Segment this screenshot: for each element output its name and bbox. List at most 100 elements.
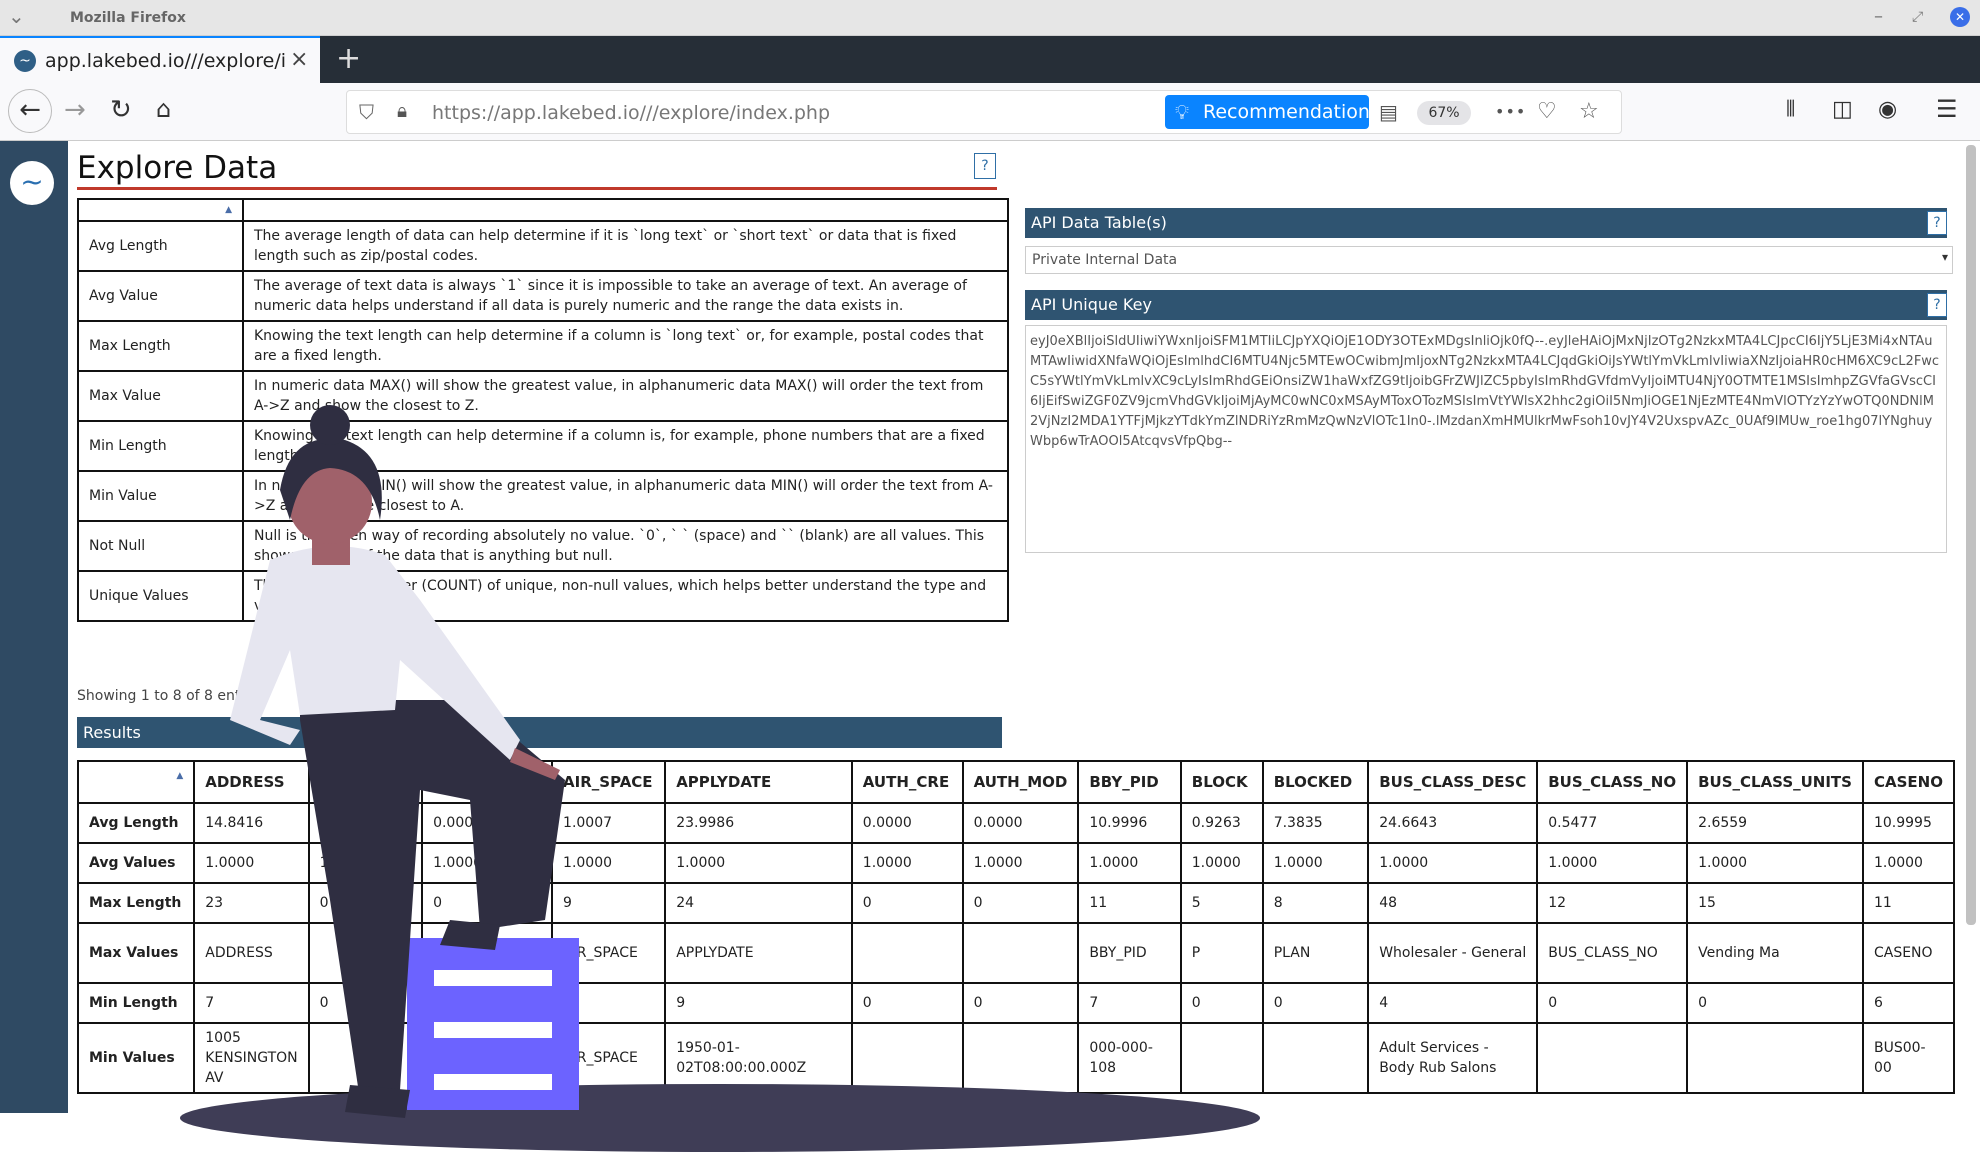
page-actions-icon[interactable]: ••• [1495, 102, 1526, 121]
table-cell: 8 [1261, 882, 1370, 924]
metric-description: Knowing the text length can help determi… [242, 320, 1009, 372]
window-menu-chevron-icon[interactable]: ⌄ [8, 4, 25, 28]
restore-icon[interactable]: ⤢ [1912, 9, 1923, 25]
table-cell: 2.6559 [1686, 802, 1864, 844]
table-cell: 10.9995 [1861, 802, 1955, 844]
api-tables-value: Private Internal Data [1032, 252, 1178, 268]
table-cell: Adult Services - Body Rub Salons [1367, 1022, 1539, 1094]
metric-name: Min Length [77, 420, 244, 472]
results-header-row: ▲ ADDRESS ADDRDATE ADDR_INDEX AIR_SPACE APPLY… [77, 760, 1955, 804]
metric-name: Avg Value [77, 270, 244, 322]
recommendation-button[interactable]: 💡︎ Recommendation [1165, 95, 1370, 129]
table-cell [850, 922, 964, 984]
bulb-icon: 💡︎ [1175, 100, 1189, 124]
api-key-textarea[interactable]: eyJ0eXBlIjoiSldUIiwiYWxnIjoiSFM1MTIiLCJp… [1025, 325, 1947, 553]
home-icon[interactable]: ⌂ [156, 95, 171, 123]
close-tab-icon[interactable]: × [290, 47, 308, 72]
column-header[interactable]: BLOCK [1179, 760, 1264, 804]
row-label: Min Length [77, 982, 196, 1024]
reload-icon[interactable]: ↻ [110, 95, 132, 125]
table-row: Avg Values 1.0000 1.0000 1.0000 1.0000 1.0000… [77, 842, 1955, 884]
description-row: Min Length Knowing the text length can he… [77, 420, 1009, 472]
tab-explore[interactable]: ~ app.lakebed.io///explore/index.php × [0, 36, 320, 83]
back-icon[interactable]: ← [8, 89, 52, 133]
table-cell: 0 [1686, 982, 1864, 1024]
minimize-icon[interactable]: – [1874, 6, 1883, 27]
account-icon[interactable]: ◉ [1878, 97, 1897, 122]
metric-description: Knowing the text length can help determi… [242, 420, 1009, 472]
column-header[interactable]: AUTH_MOD [961, 760, 1080, 804]
page-scrollbar[interactable] [1966, 145, 1976, 925]
close-window-icon[interactable]: ✕ [1950, 7, 1970, 27]
shield-icon[interactable]: ⛉ [359, 100, 374, 124]
table-cell: 7 [193, 982, 310, 1024]
column-header[interactable]: ADDRESS [193, 760, 310, 804]
new-tab-button[interactable]: + [336, 41, 361, 76]
column-header[interactable]: BUS_CLASS_DESC [1367, 760, 1539, 804]
column-header[interactable]: BBY_PID [1077, 760, 1182, 804]
row-label: Avg Length [77, 802, 196, 844]
tab-title: app.lakebed.io///explore/index.php [45, 50, 285, 72]
table-cell: Wholesaler - General [1367, 922, 1539, 984]
table-cell: 1.0000 [1861, 842, 1955, 884]
table-cell: 1.0000 [1077, 842, 1182, 884]
api-tables-select[interactable]: Private Internal Data ▾ [1025, 246, 1953, 274]
table-cell: 7 [1077, 982, 1182, 1024]
table-cell: BUS00-00 [1861, 1022, 1955, 1094]
forward-icon[interactable]: → [64, 95, 86, 125]
table-cell: AIR_SPACE [551, 922, 667, 984]
metric-name: Not Null [77, 520, 244, 572]
table-cell [1686, 1022, 1864, 1094]
table-cell: 0 [421, 982, 554, 1024]
library-icon[interactable]: ⫴ [1786, 97, 1795, 122]
zoom-level-badge[interactable]: 67% [1417, 101, 1471, 125]
table-row: Min Length 7 0 0 1 9 0 0 7 0 0 4 0 0 6 [77, 982, 1955, 1024]
column-header[interactable]: BLOCKED [1261, 760, 1370, 804]
metric-name: Max Value [77, 370, 244, 422]
results-sort-header[interactable]: ▲ [77, 760, 196, 804]
table-row: Max Values ADDRESS AIR_SPACE APPLYDATE BBY_P… [77, 922, 1955, 984]
column-header[interactable]: BUS_CLASS_UNITS [1686, 760, 1864, 804]
table-cell: 0 [961, 882, 1080, 924]
column-header[interactable]: ADDR_INDEX [421, 760, 554, 804]
table-cell: Vending Ma [1686, 922, 1864, 984]
star-icon[interactable]: ☆ [1579, 99, 1599, 124]
results-table-container[interactable]: ▲ ADDRESS ADDRDATE ADDR_INDEX AIR_SPACE APPLY… [77, 760, 1955, 1112]
column-header[interactable]: APPLYDATE [664, 760, 853, 804]
column-header[interactable]: AIR_SPACE [551, 760, 667, 804]
table-row: Avg Length 14.8416 0.0007 0.0000 1.0007 23.99… [77, 802, 1955, 844]
table-cell: 0 [850, 882, 964, 924]
lakebed-logo-icon[interactable]: ~ [10, 161, 54, 205]
pocket-icon[interactable]: ♡ [1537, 99, 1557, 124]
table-cell [1536, 1022, 1689, 1094]
address-bar[interactable]: ⛉ 🔒︎ https://app.lakebed.io///explore/in… [346, 90, 1622, 134]
metric-descriptions-table: ▲ Avg Length The average length of data c… [77, 198, 1009, 622]
table-cell: 11 [1861, 882, 1955, 924]
table-cell: APPLYDATE [664, 922, 853, 984]
sort-header[interactable]: ▲ [77, 198, 244, 222]
api-key-help-icon[interactable]: ? [1927, 293, 1947, 317]
table-cell [1261, 1022, 1370, 1094]
api-tables-help-icon[interactable]: ? [1927, 211, 1947, 235]
table-cell: 6 [1861, 982, 1955, 1024]
metric-name: Max Length [77, 320, 244, 372]
sidebar-icon[interactable]: ◫ [1832, 97, 1853, 122]
help-icon[interactable]: ? [974, 153, 996, 179]
column-header[interactable]: CASENO [1861, 760, 1955, 804]
table-cell: 000-000-108 [1077, 1022, 1182, 1094]
description-header[interactable] [242, 198, 1009, 222]
metric-description: In numeric data MAX() will show the grea… [242, 370, 1009, 422]
table-cell: 1.0007 [551, 802, 667, 844]
column-header[interactable]: ADDRDATE [307, 760, 424, 804]
table-cell: 0 [421, 882, 554, 924]
reader-icon[interactable]: ▤ [1379, 100, 1398, 124]
url-text[interactable]: https://app.lakebed.io///explore/index.p… [432, 102, 830, 124]
table-cell: 14.8416 [193, 802, 310, 844]
description-row: Avg Length The average length of data can… [77, 220, 1009, 272]
table-cell [421, 1022, 554, 1094]
row-label: Max Values [77, 922, 196, 984]
column-header[interactable]: BUS_CLASS_NO [1536, 760, 1689, 804]
column-header[interactable]: AUTH_CRE [850, 760, 964, 804]
lock-icon[interactable]: 🔒︎ [397, 100, 407, 122]
menu-icon[interactable]: ☰ [1936, 95, 1958, 123]
